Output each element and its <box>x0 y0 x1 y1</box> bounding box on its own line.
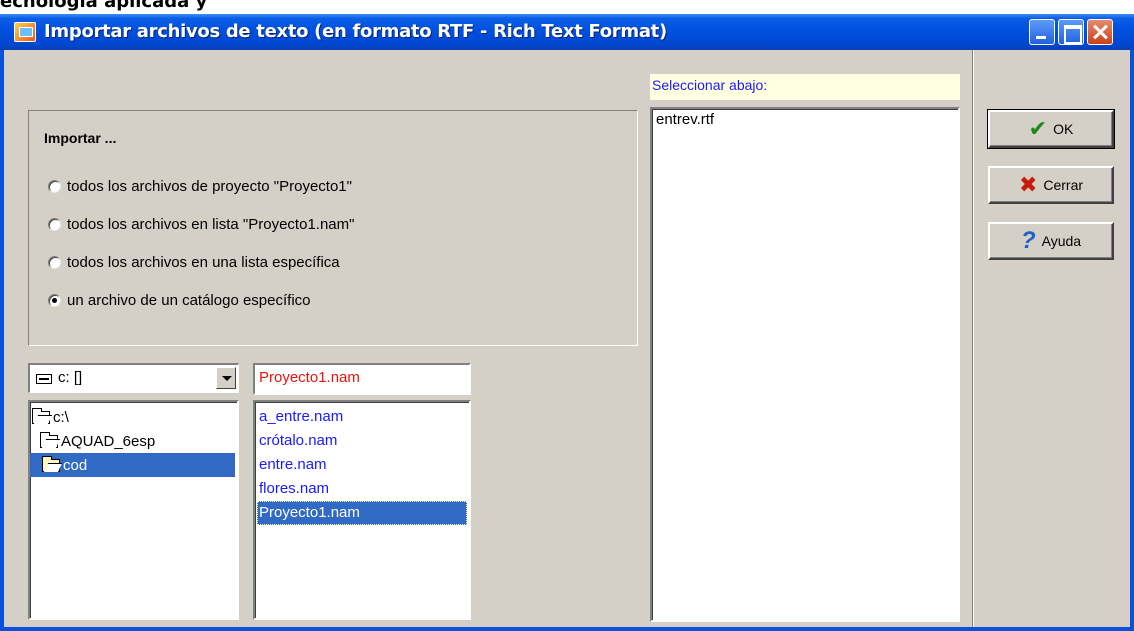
radio-label: todos los archivos de proyecto "Proyecto… <box>67 177 352 195</box>
close-button[interactable]: ✖ Cerrar <box>988 166 1114 204</box>
radio-option-specific-catalog[interactable]: un archivo de un catálogo específico <box>48 290 311 310</box>
ok-button-label: OK <box>1053 121 1074 137</box>
radio-label: todos los archivos en lista "Proyecto1.n… <box>67 215 355 233</box>
x-icon: ✖ <box>1018 172 1038 197</box>
open-folder-icon <box>42 455 60 472</box>
import-rtf-dialog: Importar archivos de texto (en formato R… <box>0 14 1134 631</box>
directory-list[interactable]: c:\ AQUAD_6esp cod <box>28 400 239 620</box>
radio-label: todos los archivos en una lista específi… <box>67 253 340 271</box>
radio-button-selected[interactable] <box>48 293 61 307</box>
open-folder-icon <box>40 431 58 448</box>
maximize-button[interactable] <box>1058 19 1084 45</box>
close-window-button[interactable] <box>1087 19 1113 45</box>
radio-option-project[interactable]: todos los archivos de proyecto "Proyecto… <box>48 176 352 196</box>
help-button-label: Ayuda <box>1041 233 1082 249</box>
directory-label: c:\ <box>53 408 69 426</box>
import-group-title: Importar ... <box>44 130 117 146</box>
file-list[interactable]: a_entre.nam crótalo.nam entre.nam flores… <box>253 400 471 620</box>
radio-button[interactable] <box>48 255 61 269</box>
rtf-file-list[interactable]: entrev.rtf <box>650 107 960 622</box>
file-item[interactable]: entre.nam <box>259 453 327 477</box>
drive-icon <box>36 374 52 384</box>
radio-button[interactable] <box>48 217 61 231</box>
drive-select-value: c: [] <box>58 369 83 386</box>
window-title: Importar archivos de texto (en formato R… <box>44 21 667 42</box>
open-folder-icon <box>32 407 50 424</box>
dialog-client-area: Importar ... todos los archivos de proye… <box>4 50 1130 627</box>
chevron-down-icon[interactable] <box>216 367 236 389</box>
close-button-label: Cerrar <box>1043 177 1084 193</box>
app-icon <box>14 22 36 42</box>
help-button[interactable]: ? Ayuda <box>988 222 1114 260</box>
directory-item-selected[interactable]: cod <box>30 453 235 477</box>
file-item-selected[interactable]: Proyecto1.nam <box>257 501 467 525</box>
file-item[interactable]: flores.nam <box>259 477 329 501</box>
title-bar[interactable]: Importar archivos de texto (en formato R… <box>0 14 1134 50</box>
select-below-label: Seleccionar abajo: <box>650 74 960 100</box>
file-item[interactable]: crótalo.nam <box>259 429 337 453</box>
directory-item[interactable]: AQUAD_6esp <box>40 429 155 453</box>
radio-label: un archivo de un catálogo específico <box>67 291 311 309</box>
ok-button[interactable]: ✔ OK <box>987 109 1115 149</box>
rtf-file-item[interactable]: entrev.rtf <box>656 111 714 128</box>
background-page-strip: ecnología aplicada y <box>0 0 1134 14</box>
radio-option-specific-list[interactable]: todos los archivos en una lista específi… <box>48 252 340 272</box>
file-item[interactable]: a_entre.nam <box>259 405 343 429</box>
directory-label: AQUAD_6esp <box>61 432 156 450</box>
button-panel-divider <box>972 50 974 627</box>
name-file-field[interactable]: Proyecto1.nam <box>253 363 471 395</box>
drive-select[interactable]: c: [] <box>28 363 239 393</box>
radio-button[interactable] <box>48 179 61 193</box>
directory-item[interactable]: c:\ <box>32 405 69 429</box>
check-icon: ✔ <box>1028 116 1048 141</box>
directory-label: cod <box>63 456 88 474</box>
question-icon: ? <box>1020 227 1036 254</box>
background-page-text: ecnología aplicada y <box>0 0 208 12</box>
radio-option-list[interactable]: todos los archivos en lista "Proyecto1.n… <box>48 214 354 234</box>
minimize-button[interactable] <box>1029 19 1055 45</box>
